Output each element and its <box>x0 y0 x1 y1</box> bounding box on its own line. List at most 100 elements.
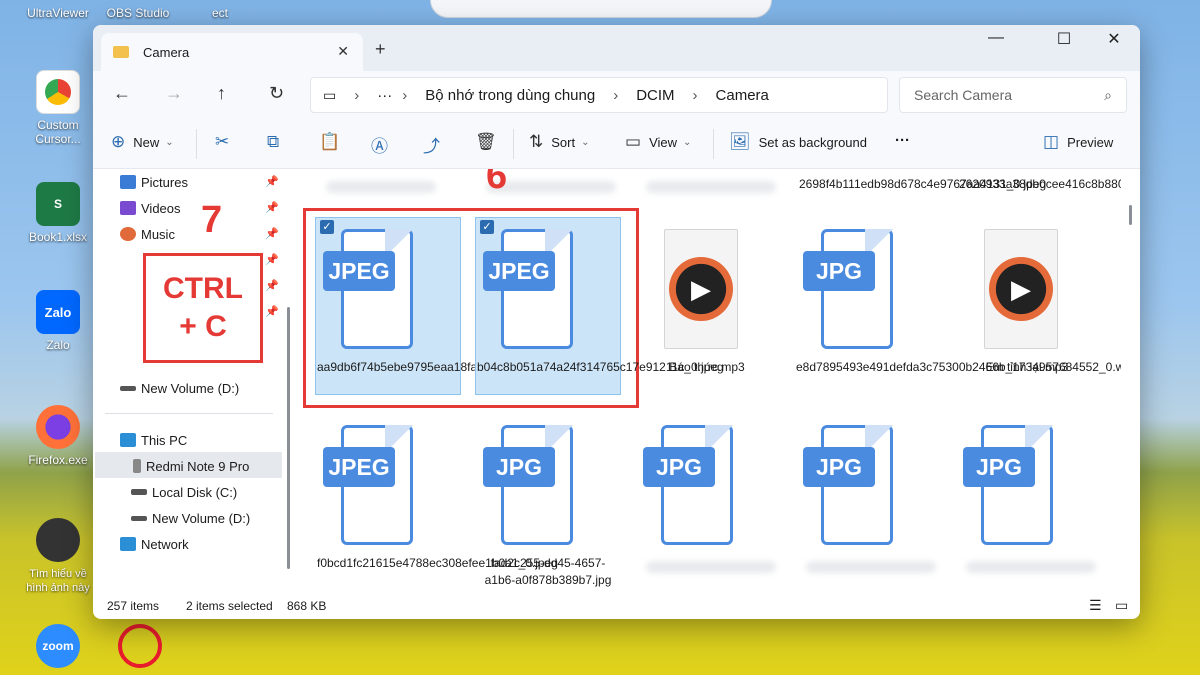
desktop-icon-label: Custom Cursor... <box>35 118 81 146</box>
share-button[interactable]: ⤴ <box>423 132 448 157</box>
tiles-view-icon[interactable]: ▭ <box>1115 597 1128 614</box>
more-label: ··· <box>895 132 910 149</box>
chevron-down-icon: ⌄ <box>165 136 174 148</box>
copy-icon: ⧉ <box>267 132 280 151</box>
more-options-button[interactable]: ··· <box>895 132 910 149</box>
command-bar: ⊕ New ⌄ ✂ ⧉ 📋 Ⓐ ⤴ 🗑 ⇅ Sort ⌄ ▭ View ⌄ 🖼 Set as … <box>93 119 1140 169</box>
sidebar-item-label: Network <box>141 536 189 552</box>
desktop-icon-obs[interactable]: OBS Studio <box>98 6 178 20</box>
jpg-file-icon[interactable]: JPG <box>483 425 573 545</box>
trash-icon: 🗑 <box>475 132 497 151</box>
blurred-filename <box>646 561 776 573</box>
drive-icon <box>131 489 147 495</box>
file-type-badge: JPG <box>963 447 1035 487</box>
sidebar-item-new-volume-d-2[interactable]: New Volume (D:) <box>131 507 250 529</box>
rename-button[interactable]: Ⓐ <box>371 132 396 157</box>
file-name[interactable]: f0bcd1fc21615e4788ec308efee1b0a1_0.jpeg <box>317 555 558 572</box>
file-type-badge: JPG <box>643 447 715 487</box>
maximize-button[interactable]: ☐ <box>1041 29 1087 49</box>
details-view-icon[interactable]: ☰ <box>1089 597 1102 614</box>
jpg-file-icon[interactable]: JPG <box>803 229 893 349</box>
back-button[interactable]: ← <box>113 83 131 104</box>
breadcrumb-item[interactable]: Camera <box>716 87 769 104</box>
view-icon: ▭ <box>625 132 642 151</box>
pictures-icon <box>120 175 136 189</box>
blurred-filename <box>966 561 1096 573</box>
delete-button[interactable]: 🗑 <box>475 132 505 152</box>
up-button[interactable]: ↑ <box>217 83 226 104</box>
desktop-icon-learn-more[interactable]: Tìm hiểu về hình ảnh này <box>18 518 98 594</box>
ctrl-c-annotation: CTRL + C <box>143 253 263 363</box>
breadcrumb-item[interactable]: DCIM <box>636 87 674 104</box>
breadcrumb-item[interactable]: Bộ nhớ trong dùng chung <box>425 87 595 104</box>
file-name[interactable]: 2698f4b111edb98d678c4e9767aa4131_0.jpeg <box>799 176 1046 193</box>
breadcrumb-more[interactable]: ··· <box>377 87 392 104</box>
desktop-icon-firefox[interactable]: Firefox.exe <box>18 405 98 467</box>
sidebar-item-this-pc[interactable]: This PC <box>120 429 187 451</box>
minimize-button[interactable]: — <box>973 29 1019 47</box>
cut-button[interactable]: ✂ <box>215 132 237 152</box>
camera-info-icon <box>36 518 80 562</box>
drive-icon <box>120 385 136 391</box>
chevron-right-icon: › <box>354 86 360 104</box>
new-button[interactable]: ⊕ New ⌄ <box>111 132 174 152</box>
jpg-file-icon[interactable]: JPG <box>963 425 1053 545</box>
view-button[interactable]: ▭ View ⌄ <box>625 132 691 152</box>
breadcrumb[interactable]: ▭ › ··· › Bộ nhớ trong dùng chung › DCIM… <box>310 77 888 113</box>
jpg-file-icon[interactable]: JPG <box>643 425 733 545</box>
file-name[interactable]: 2620933a38db0cee416c8b88016da56e_0.jpeg <box>959 176 1121 193</box>
navigation-pane: Pictures 📌 Videos 📌 Music 📌 📌 📌 📌 New Vo… <box>93 169 288 587</box>
desktop-icon-custom-cursor[interactable]: Custom Cursor... <box>18 70 98 146</box>
sidebar-item-redmi[interactable]: Redmi Note 9 Pro <box>133 455 249 477</box>
sidebar-item-network[interactable]: Network <box>120 533 189 555</box>
desktop-icon-book1[interactable]: S Book1.xlsx <box>18 182 98 244</box>
zalo-icon: Zalo <box>36 290 80 334</box>
phone-icon <box>133 459 141 473</box>
desktop-icon-zoom[interactable]: zoom <box>18 624 98 672</box>
chevron-right-icon: › <box>692 86 698 104</box>
sidebar-item-local-disk-c[interactable]: Local Disk (C:) <box>131 481 237 503</box>
mp3-file-icon[interactable]: ▶ <box>656 229 738 349</box>
file-type-badge: JPEG <box>323 447 395 487</box>
sidebar-item-videos[interactable]: Videos <box>120 197 181 219</box>
content-scrollbar[interactable] <box>1129 205 1132 225</box>
search-input[interactable]: Search Camera ⌕ <box>899 77 1127 113</box>
forward-button[interactable]: → <box>165 83 183 104</box>
jpeg-file-icon[interactable]: JPEG <box>323 425 413 545</box>
paste-button[interactable]: 📋 <box>319 132 348 152</box>
file-list: 2698f4b111edb98d678c4e9767aa4131_0.jpeg … <box>296 169 1121 587</box>
sidebar-divider <box>105 413 273 414</box>
file-name[interactable]: Báo thức.mp3 <box>636 359 778 376</box>
network-icon <box>120 537 136 551</box>
set-as-background-button[interactable]: 🖼 Set as background <box>729 132 867 152</box>
desktop-icon-label: ect <box>211 6 228 20</box>
desktop-icon-opera[interactable] <box>100 624 180 672</box>
sort-button[interactable]: ⇅ Sort ⌄ <box>529 132 589 152</box>
search-icon: ⌕ <box>1104 87 1112 103</box>
copy-button[interactable]: ⧉ <box>267 132 287 152</box>
desktop-icon-ect[interactable]: ect <box>180 6 260 20</box>
chrome-icon <box>36 70 80 114</box>
sidebar-item-pictures[interactable]: Pictures <box>120 171 188 193</box>
file-name[interactable]: e8d7895493e491defda3c75300b2466b_1734957… <box>796 359 1121 376</box>
mp3-file-icon[interactable]: ▶ <box>976 229 1058 349</box>
desktop-icon-zalo[interactable]: Zalo Zalo <box>18 290 98 352</box>
desktop-icon-ultraviewer[interactable]: UltraViewer <box>18 6 98 20</box>
tab-camera[interactable]: Camera ✕ <box>101 33 363 71</box>
set-bg-label: Set as background <box>758 134 867 150</box>
sidebar-item-new-volume-d[interactable]: New Volume (D:) <box>120 377 239 399</box>
file-name[interactable]: Em tỉnh lại.mp3 <box>956 359 1098 376</box>
sidebar-item-music[interactable]: Music <box>120 223 175 245</box>
sidebar-scrollbar[interactable] <box>287 307 290 569</box>
jpg-file-icon[interactable]: JPG <box>803 425 893 545</box>
taskbar-search-pill[interactable] <box>430 0 772 18</box>
sidebar-item-label: Music <box>141 226 175 242</box>
new-tab-button[interactable]: + <box>375 39 386 60</box>
file-name[interactable]: fad2c255-dd45-4657-a1b6-a0f878b389b7.jpg <box>477 555 619 587</box>
music-icon <box>120 227 136 241</box>
close-window-button[interactable]: ✕ <box>1091 29 1137 49</box>
preview-button[interactable]: ◫ Preview <box>1043 132 1113 152</box>
close-tab-icon[interactable]: ✕ <box>337 43 349 60</box>
desktop-icon-label: OBS Studio <box>106 6 170 20</box>
refresh-button[interactable]: ↻ <box>269 83 284 104</box>
